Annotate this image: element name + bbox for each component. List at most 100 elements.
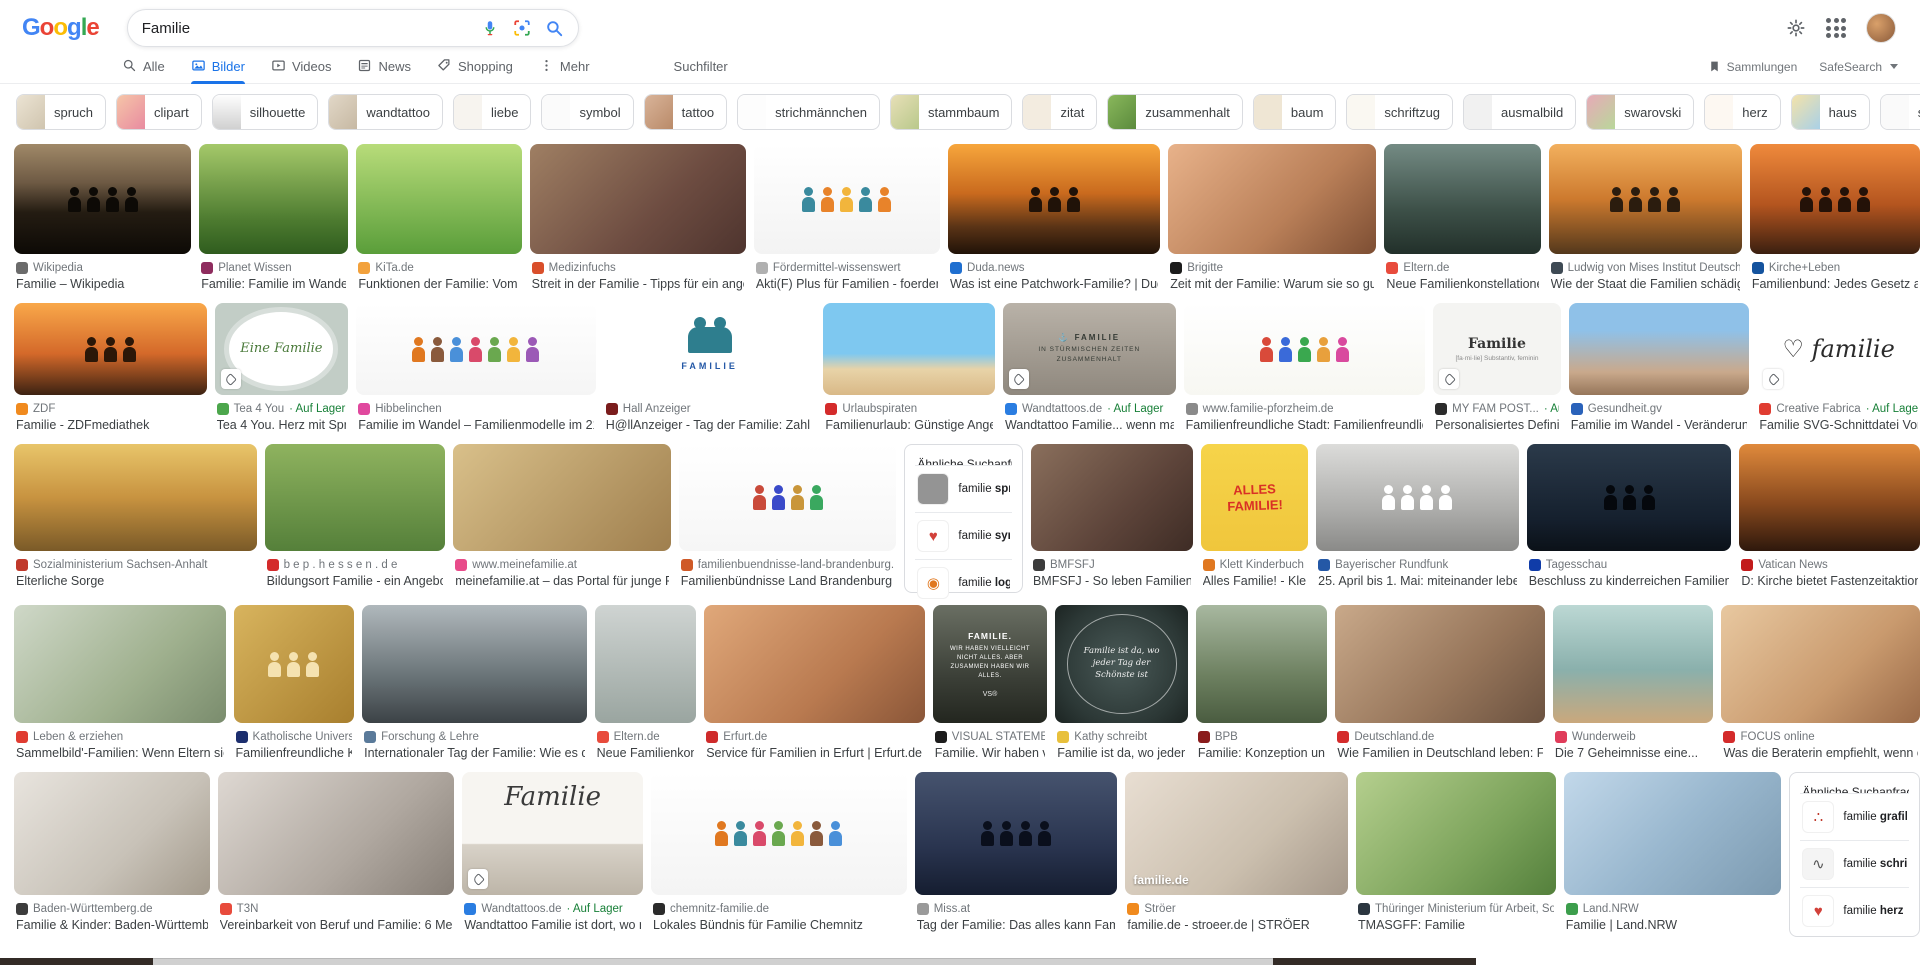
image-result[interactable]: BPB Familie: Konzeption und Realität | bp… xyxy=(1195,605,1328,760)
result-thumbnail[interactable] xyxy=(1195,605,1328,723)
image-result[interactable]: FAMILIE. WIR HABEN VIELLEICHT NICHT ALLES… xyxy=(932,605,1048,760)
filter-chip-silhouette[interactable]: silhouette xyxy=(211,94,319,130)
result-source[interactable]: chemnitz-familie.de xyxy=(653,903,905,915)
image-result[interactable]: Duda.news Was ist eine Patchwork-Familie?… xyxy=(948,144,1161,291)
result-title[interactable]: Wandtattoo Familie... wenn man auch in .… xyxy=(1005,418,1174,432)
result-thumbnail[interactable] xyxy=(1356,772,1556,895)
result-source[interactable]: Katholische Universität Eic... xyxy=(235,731,352,743)
result-title[interactable]: Wandtattoo Familie ist dort, wo man die … xyxy=(464,918,641,932)
result-source[interactable]: Klett Kinderbuch xyxy=(1202,559,1307,571)
scrollbar-thumb[interactable] xyxy=(153,958,1273,965)
result-source[interactable]: Sozialministerium Sachsen-Anhalt xyxy=(16,559,255,571)
result-source[interactable]: Eltern.de xyxy=(596,731,695,743)
result-thumbnail[interactable] xyxy=(14,444,257,551)
tab-news[interactable]: News xyxy=(357,50,411,83)
result-thumbnail[interactable] xyxy=(217,772,455,895)
image-result[interactable]: Gesundheit.gv Familie im Wandel - Verände… xyxy=(1568,303,1750,432)
tab-mehr[interactable]: Mehr xyxy=(539,50,590,83)
image-result[interactable]: ALLES FAMILIE! Klett Kinderbuch Alles Fami… xyxy=(1200,444,1309,593)
result-source[interactable]: Kirche+Leben xyxy=(1751,262,1918,274)
filter-chip-baum[interactable]: baum xyxy=(1252,94,1337,130)
account-avatar[interactable] xyxy=(1866,13,1896,43)
image-result[interactable]: FAMILIE Hall Anzeiger H@llAnzeiger - Tag d… xyxy=(603,303,816,432)
image-result[interactable]: ♡ familie Creative Fabrica · Auf Lager Fam… xyxy=(1757,303,1920,432)
image-result[interactable]: Hibbelinchen Familie im Wandel – Familien… xyxy=(356,303,596,432)
filter-chip-schwarz weiß[interactable]: schwarz weiß xyxy=(1879,94,1920,130)
image-result[interactable]: Wunderweib Die 7 Geheimnisse eine... xyxy=(1552,605,1714,760)
image-result[interactable]: Planet Wissen Familie: Familie im Wandel … xyxy=(199,144,349,291)
result-source[interactable]: Gesundheit.gv xyxy=(1570,403,1748,415)
result-title[interactable]: Tea 4 You. Herz mit Spruch Fa... xyxy=(217,418,347,432)
filter-chip-stammbaum[interactable]: stammbaum xyxy=(889,94,1013,130)
search-icon[interactable] xyxy=(545,19,564,38)
image-result[interactable]: Miss.at Tag der Familie: Das alles kann F… xyxy=(914,772,1118,937)
result-source[interactable]: Brigitte xyxy=(1170,262,1374,274)
result-source[interactable]: Wandtattoos.de · Auf Lager xyxy=(464,903,641,915)
filter-chip-haus[interactable]: haus xyxy=(1790,94,1870,130)
result-thumbnail[interactable]: Familie xyxy=(462,772,644,895)
image-result[interactable]: Forschung & Lehre Internationaler Tag der… xyxy=(362,605,587,760)
result-thumbnail[interactable] xyxy=(1030,444,1193,551)
result-source[interactable]: Ludwig von Mises Institut Deutschland xyxy=(1550,262,1740,274)
image-result[interactable]: Familie [fa·mi·lie] Substantiv, feminin MY… xyxy=(1433,303,1561,432)
result-source[interactable]: Tea 4 You · Auf Lager xyxy=(216,403,347,415)
result-source[interactable]: Baden-Württemberg.de xyxy=(16,903,208,915)
result-title[interactable]: Familie. Wir haben viell... xyxy=(935,746,1046,760)
result-source[interactable]: Vatican News xyxy=(1741,559,1918,571)
filter-chip-clipart[interactable]: clipart xyxy=(116,94,202,130)
result-title[interactable]: Familie | Land.NRW xyxy=(1566,918,1780,932)
result-title[interactable]: familie.de - stroeer.de | STRÖER xyxy=(1127,918,1346,932)
horizontal-scrollbar[interactable] xyxy=(0,958,1476,965)
image-result[interactable]: Medizinfuchs Streit in der Familie - Tipp… xyxy=(529,144,746,291)
result-title[interactable]: D: Kirche bietet Fastenzeitaktionen für … xyxy=(1741,574,1918,588)
result-title[interactable]: Die 7 Geheimnisse eine... xyxy=(1555,746,1712,760)
filter-chip-strichmännchen[interactable]: strichmännchen xyxy=(737,94,880,130)
result-thumbnail[interactable] xyxy=(948,144,1161,254)
result-source[interactable]: Deutschland.de xyxy=(1337,731,1543,743)
image-result[interactable]: Vatican News D: Kirche bietet Fastenzeita… xyxy=(1739,444,1920,593)
tab-videos[interactable]: Videos xyxy=(271,50,331,83)
image-result[interactable]: BMFSFJ BMFSFJ - So leben Familien in Deut… xyxy=(1030,444,1193,593)
image-result[interactable]: Thüringer Ministerium für Arbeit, Sozial… xyxy=(1356,772,1556,937)
search-input[interactable] xyxy=(141,19,481,37)
result-thumbnail[interactable]: FAMILIE. WIR HABEN VIELLEICHT NICHT ALLES… xyxy=(932,605,1048,723)
result-thumbnail[interactable] xyxy=(678,444,897,551)
result-source[interactable]: www.meinefamilie.at xyxy=(455,559,669,571)
result-title[interactable]: Service für Familien in Erfurt | Erfurt.… xyxy=(706,746,923,760)
result-title[interactable]: Bildungsort Familie - ein Angebot für El… xyxy=(267,574,444,588)
image-result[interactable]: Familie Wandtattoos.de · Auf Lager Wandtat… xyxy=(462,772,644,937)
result-source[interactable]: Tagesschau xyxy=(1528,559,1730,571)
result-thumbnail[interactable] xyxy=(1168,144,1377,254)
filter-chip-tattoo[interactable]: tattoo xyxy=(643,94,728,130)
result-source[interactable]: Planet Wissen xyxy=(201,262,346,274)
result-title[interactable]: Lokales Bündnis für Familie Chemnitz xyxy=(653,918,905,932)
sammlungen-button[interactable]: Sammlungen xyxy=(1708,60,1797,74)
result-thumbnail[interactable] xyxy=(651,772,907,895)
search-bar[interactable] xyxy=(126,9,579,47)
result-source[interactable]: FOCUS online xyxy=(1723,731,1918,743)
result-thumbnail[interactable] xyxy=(704,605,925,723)
result-source[interactable]: Eltern.de xyxy=(1386,262,1538,274)
result-title[interactable]: Familienfreundliche Stadt: Familienfreun… xyxy=(1186,418,1424,432)
result-thumbnail[interactable] xyxy=(1552,605,1714,723)
result-source[interactable]: b e p . h e s s e n . d e xyxy=(266,559,444,571)
result-source[interactable]: Forschung & Lehre xyxy=(364,731,585,743)
result-thumbnail[interactable] xyxy=(1183,303,1426,395)
result-source[interactable]: Wikipedia xyxy=(16,262,189,274)
image-result[interactable]: Katholische Universität Eic... Familienfr… xyxy=(233,605,355,760)
result-title[interactable]: Familie im Wandel – Familienmodelle im 2… xyxy=(358,418,594,432)
result-source[interactable]: Bayerischer Rundfunk xyxy=(1318,559,1517,571)
google-lens-icon[interactable] xyxy=(513,19,531,37)
image-result[interactable]: Urlaubspiraten Familienurlaub: Günstige A… xyxy=(823,303,995,432)
related-search-item[interactable]: familie sprüche xyxy=(915,465,1012,512)
result-source[interactable]: Land.NRW xyxy=(1565,903,1780,915)
filter-chip-zusammenhalt[interactable]: zusammenhalt xyxy=(1107,94,1243,130)
result-title[interactable]: Familie SVG-Schnittdatei Von Creative Fa… xyxy=(1759,418,1918,432)
result-title[interactable]: Funktionen der Familie: Vom Patriarcha..… xyxy=(358,277,519,291)
result-title[interactable]: Tag der Familie: Das alles kann Familie … xyxy=(917,918,1116,932)
result-title[interactable]: Familie - ZDFmediathek xyxy=(16,418,205,432)
result-source[interactable]: Kathy schreibt xyxy=(1057,731,1186,743)
image-result[interactable]: Eltern.de Neue Familienkonstellationen... xyxy=(594,605,697,760)
filter-chip-herz[interactable]: herz xyxy=(1704,94,1781,130)
filter-chip-schriftzug[interactable]: schriftzug xyxy=(1346,94,1454,130)
